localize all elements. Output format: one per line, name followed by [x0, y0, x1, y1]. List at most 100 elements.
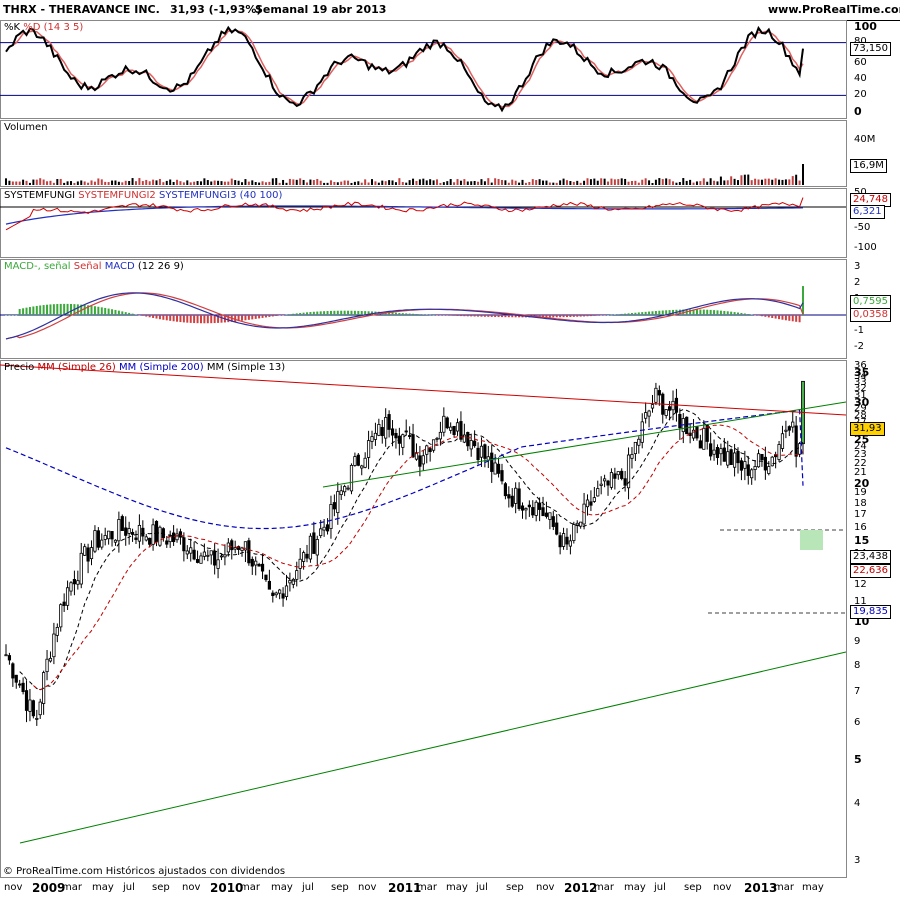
candle-body [360, 465, 364, 469]
macd-hist-bar [107, 308, 110, 315]
candle-body [185, 550, 189, 555]
macd-hist-bar [97, 306, 100, 315]
volume-bar [542, 180, 545, 185]
volume-bar [672, 181, 675, 185]
macd-hist-bar [319, 311, 322, 315]
breakout-box [800, 530, 823, 550]
candle-body [233, 547, 237, 550]
macd-hist-bar [15, 315, 18, 316]
volume-bar [172, 181, 175, 185]
macd-hist-bar [241, 315, 244, 321]
volume-bar [391, 180, 394, 185]
volume-bar [158, 178, 161, 185]
volume-bar [518, 182, 521, 185]
candle-body [380, 427, 384, 437]
candle-body [195, 558, 200, 563]
macd-hist-bar [25, 307, 28, 315]
volume-bar [706, 181, 709, 185]
stoch-title: %K %D (14 3 5) [4, 22, 83, 33]
volume-bar [384, 181, 387, 185]
volume-bar [25, 180, 28, 185]
macd-hist-bar [247, 315, 250, 320]
macd-hist-bar [572, 315, 575, 317]
candle-body [640, 421, 644, 443]
candle-body [500, 470, 504, 482]
macd-hist-bar [418, 314, 421, 315]
candle-body [548, 512, 552, 520]
volume-bar [329, 180, 332, 185]
volume-bar [442, 182, 445, 185]
volume-bar [459, 180, 462, 185]
candle-body [585, 499, 590, 508]
candle-body [141, 527, 145, 537]
candle-body [86, 547, 90, 562]
candle-body [72, 579, 77, 585]
x-tick-label: jul [302, 882, 314, 893]
volume-bar [593, 178, 596, 185]
candle-body [21, 682, 25, 693]
candle-body [158, 526, 162, 546]
volume-bar [607, 181, 610, 185]
volume-title: Volumen [4, 122, 48, 133]
candle-body [107, 530, 111, 540]
volume-bar [620, 178, 623, 185]
volume-bar [343, 180, 346, 185]
volume-bar [778, 179, 781, 185]
candle-body [319, 528, 323, 537]
candle-body [65, 587, 70, 606]
volume-bar [162, 182, 165, 185]
candle-body [226, 542, 230, 553]
volume-bar [237, 180, 240, 185]
macd-hist-bar [285, 314, 288, 316]
macd-title-c: MACD [104, 261, 135, 272]
macd-hist-bar [206, 315, 209, 324]
volume-bar [562, 178, 565, 185]
x-tick-label: sep [684, 882, 702, 893]
volume-bar [398, 178, 401, 185]
candle-body [322, 526, 326, 531]
volume-bar [661, 179, 664, 185]
candle-body [4, 654, 8, 657]
macd-hist-bar [42, 305, 45, 315]
candle-body [52, 633, 56, 658]
candle-body [613, 473, 617, 479]
macd-hist-bar [593, 315, 596, 316]
macd-hist-bar [93, 306, 96, 315]
candle-body [264, 574, 268, 581]
macd-hist-bar [39, 305, 42, 315]
macd-hist-bar [199, 315, 202, 324]
macd-hist-bar [477, 315, 480, 317]
macd-hist-bar [548, 315, 551, 318]
volume-bar [186, 180, 189, 185]
candle-body [134, 537, 138, 540]
candle-body [325, 524, 330, 532]
volume-bar [624, 178, 627, 185]
volume-bar [682, 178, 685, 185]
candle-body [76, 580, 80, 585]
volume-bar [357, 181, 360, 185]
volume-bar [569, 181, 572, 185]
macd-hist-bar [288, 314, 291, 315]
candle-body [315, 539, 319, 556]
volume-bar [583, 180, 586, 185]
stoch-title-k: %K [4, 22, 21, 33]
macd-hist-bar [576, 315, 579, 317]
macd-hist-bar [186, 315, 189, 323]
volume-bar [203, 178, 206, 185]
macd-hist-bar [747, 313, 750, 315]
candle-body [476, 447, 480, 460]
candle-body [346, 487, 350, 490]
volume-bar [360, 182, 363, 185]
macd-hist-bar [121, 311, 124, 315]
candle-body [561, 533, 566, 547]
volume-bar [586, 178, 589, 185]
volume-bar [206, 180, 209, 185]
candle-body [791, 421, 795, 428]
macd-hist-bar [432, 314, 435, 316]
candle-body [726, 451, 730, 466]
macd-hist-bar [172, 315, 175, 322]
macd-hist-bar [613, 314, 616, 315]
macd-hist-bar [203, 315, 206, 324]
volume-bar [28, 182, 31, 185]
macd-hist-bar [299, 312, 302, 315]
